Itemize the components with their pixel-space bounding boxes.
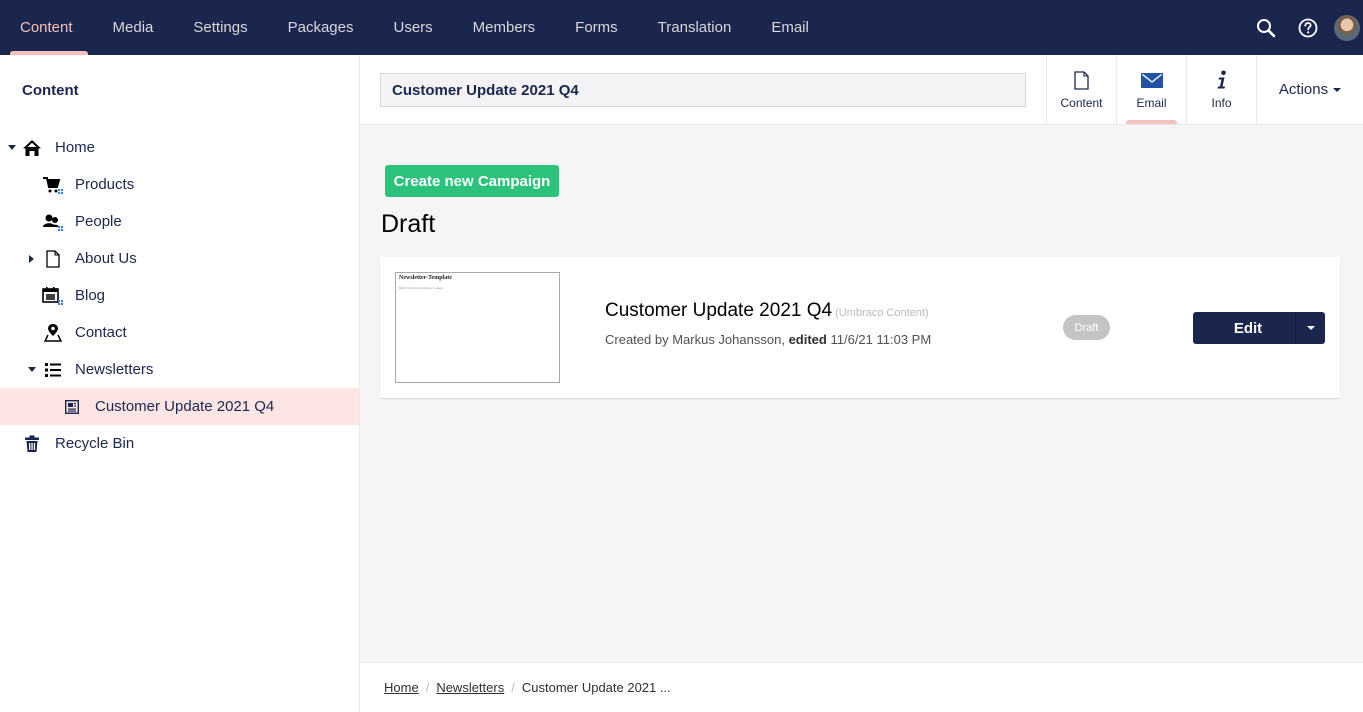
tree-item-people[interactable]: People — [0, 203, 359, 240]
content-apps: Content Email Info — [1046, 55, 1256, 124]
editor-header: Content Email Info Actions — [360, 55, 1363, 125]
campaign-source: (Umbraco Content) — [835, 307, 929, 319]
edit-options-button[interactable] — [1295, 312, 1325, 344]
tab-translation[interactable]: Translation — [638, 0, 752, 55]
tab-forms[interactable]: Forms — [555, 0, 638, 55]
document-icon — [42, 249, 64, 269]
tab-media[interactable]: Media — [93, 0, 174, 55]
campaign-meta: Created by Markus Johansson, edited 11/6… — [605, 332, 931, 347]
tree-item-label: Contact — [75, 324, 127, 341]
people-icon — [42, 212, 64, 232]
email-app-panel: Create new Campaign Draft Newsletter-Tem… — [360, 125, 1363, 662]
app-label: Email — [1136, 96, 1167, 110]
trash-icon — [21, 434, 43, 454]
tree-item-label: Customer Update 2021 Q4 — [95, 398, 275, 415]
tree-item-newsletters[interactable]: Newsletters — [0, 351, 359, 388]
help-button[interactable] — [1287, 0, 1329, 55]
tree-item-label: Products — [75, 176, 135, 193]
tab-content[interactable]: Content — [0, 0, 93, 55]
newspaper-icon — [61, 397, 83, 417]
status-badge: Draft — [1063, 315, 1110, 340]
edited-date: 11/6/21 11:03 PM — [830, 332, 932, 347]
breadcrumb-newsletters[interactable]: Newsletters — [436, 680, 504, 695]
search-icon — [1257, 18, 1276, 37]
tab-packages[interactable]: Packages — [268, 0, 374, 55]
tab-email[interactable]: Email — [751, 0, 829, 55]
editor-footer: Home / Newsletters / Customer Update 202… — [360, 662, 1363, 712]
app-content[interactable]: Content — [1046, 55, 1116, 124]
tree-item-customer-update-2021-q4[interactable]: Customer Update 2021 Q4 — [0, 388, 359, 425]
breadcrumb-home[interactable]: Home — [384, 680, 419, 695]
created-by: Created by Markus Johansson, — [605, 332, 785, 347]
app-info[interactable]: Info — [1186, 55, 1256, 124]
tree-item-label: People — [75, 213, 122, 230]
home-icon — [21, 138, 43, 158]
actions-dropdown[interactable]: Actions — [1256, 55, 1363, 124]
app-email[interactable]: Email — [1116, 55, 1186, 124]
tree-item-label: Newsletters — [75, 361, 154, 378]
edit-button-group: Edit — [1193, 312, 1325, 344]
user-menu-button[interactable] — [1329, 0, 1363, 55]
app-label: Info — [1211, 96, 1232, 110]
app-label: Content — [1060, 96, 1103, 110]
tree-item-contact[interactable]: Contact — [0, 314, 359, 351]
tree-item-home[interactable]: Home — [0, 129, 359, 166]
tree-item-label: Home — [55, 139, 96, 156]
help-icon — [1298, 18, 1318, 37]
breadcrumb-separator: / — [511, 680, 515, 695]
caret-down-icon — [1306, 326, 1315, 330]
edited-label: edited — [788, 332, 827, 347]
content-tree-sidebar: Content Home Products People About Us Bl… — [0, 55, 360, 712]
map-pin-icon — [42, 323, 64, 343]
caret-down-icon[interactable] — [8, 144, 16, 152]
section-title-draft: Draft — [381, 210, 436, 238]
content-name-input[interactable] — [380, 73, 1026, 107]
content-tree: Home Products People About Us Blog Conta… — [0, 129, 359, 462]
breadcrumb-current: Customer Update 2021 ... — [521, 680, 671, 695]
tree-item-label: Blog — [75, 287, 106, 304]
campaign-title: Customer Update 2021 Q4 (Umbraco Content) — [605, 300, 929, 322]
breadcrumb-separator: / — [425, 680, 430, 695]
caret-down-icon[interactable] — [28, 366, 36, 374]
edit-button[interactable]: Edit — [1193, 312, 1295, 344]
breadcrumb: Home / Newsletters / Customer Update 202… — [384, 680, 671, 695]
top-navigation-bar: Content Media Settings Packages Users Me… — [0, 0, 1363, 55]
sidebar-title: Content — [22, 82, 79, 99]
list-icon — [42, 360, 64, 380]
thumbnail-text: Hello World from Umbraco Content — [399, 286, 443, 290]
calendar-icon — [42, 286, 64, 306]
create-new-campaign-button[interactable]: Create new Campaign — [385, 165, 559, 197]
search-button[interactable] — [1245, 0, 1287, 55]
tab-settings[interactable]: Settings — [173, 0, 267, 55]
header-tools — [1245, 0, 1363, 55]
tree-item-blog[interactable]: Blog — [0, 277, 359, 314]
campaign-thumbnail[interactable]: Newsletter-Template Hello World from Umb… — [395, 272, 560, 383]
tab-members[interactable]: Members — [453, 0, 556, 55]
tree-item-about-us[interactable]: About Us — [0, 240, 359, 277]
tree-item-label: Recycle Bin — [55, 435, 135, 452]
campaign-name[interactable]: Customer Update 2021 Q4 — [605, 300, 832, 321]
actions-label: Actions — [1278, 81, 1329, 98]
section-tabs: Content Media Settings Packages Users Me… — [0, 0, 829, 55]
tree-item-recycle-bin[interactable]: Recycle Bin — [0, 425, 359, 462]
thumbnail-title: Newsletter-Template — [399, 275, 452, 281]
cart-icon — [42, 175, 64, 195]
tree-item-label: About Us — [75, 250, 137, 267]
tree-item-products[interactable]: Products — [0, 166, 359, 203]
tab-users[interactable]: Users — [373, 0, 452, 55]
avatar — [1334, 14, 1360, 41]
caret-down-icon — [1333, 87, 1342, 92]
caret-right-icon[interactable] — [28, 254, 36, 263]
info-icon — [1216, 69, 1228, 91]
campaign-card: Newsletter-Template Hello World from Umb… — [380, 257, 1340, 398]
document-icon — [1074, 69, 1089, 91]
envelope-icon — [1140, 69, 1163, 91]
